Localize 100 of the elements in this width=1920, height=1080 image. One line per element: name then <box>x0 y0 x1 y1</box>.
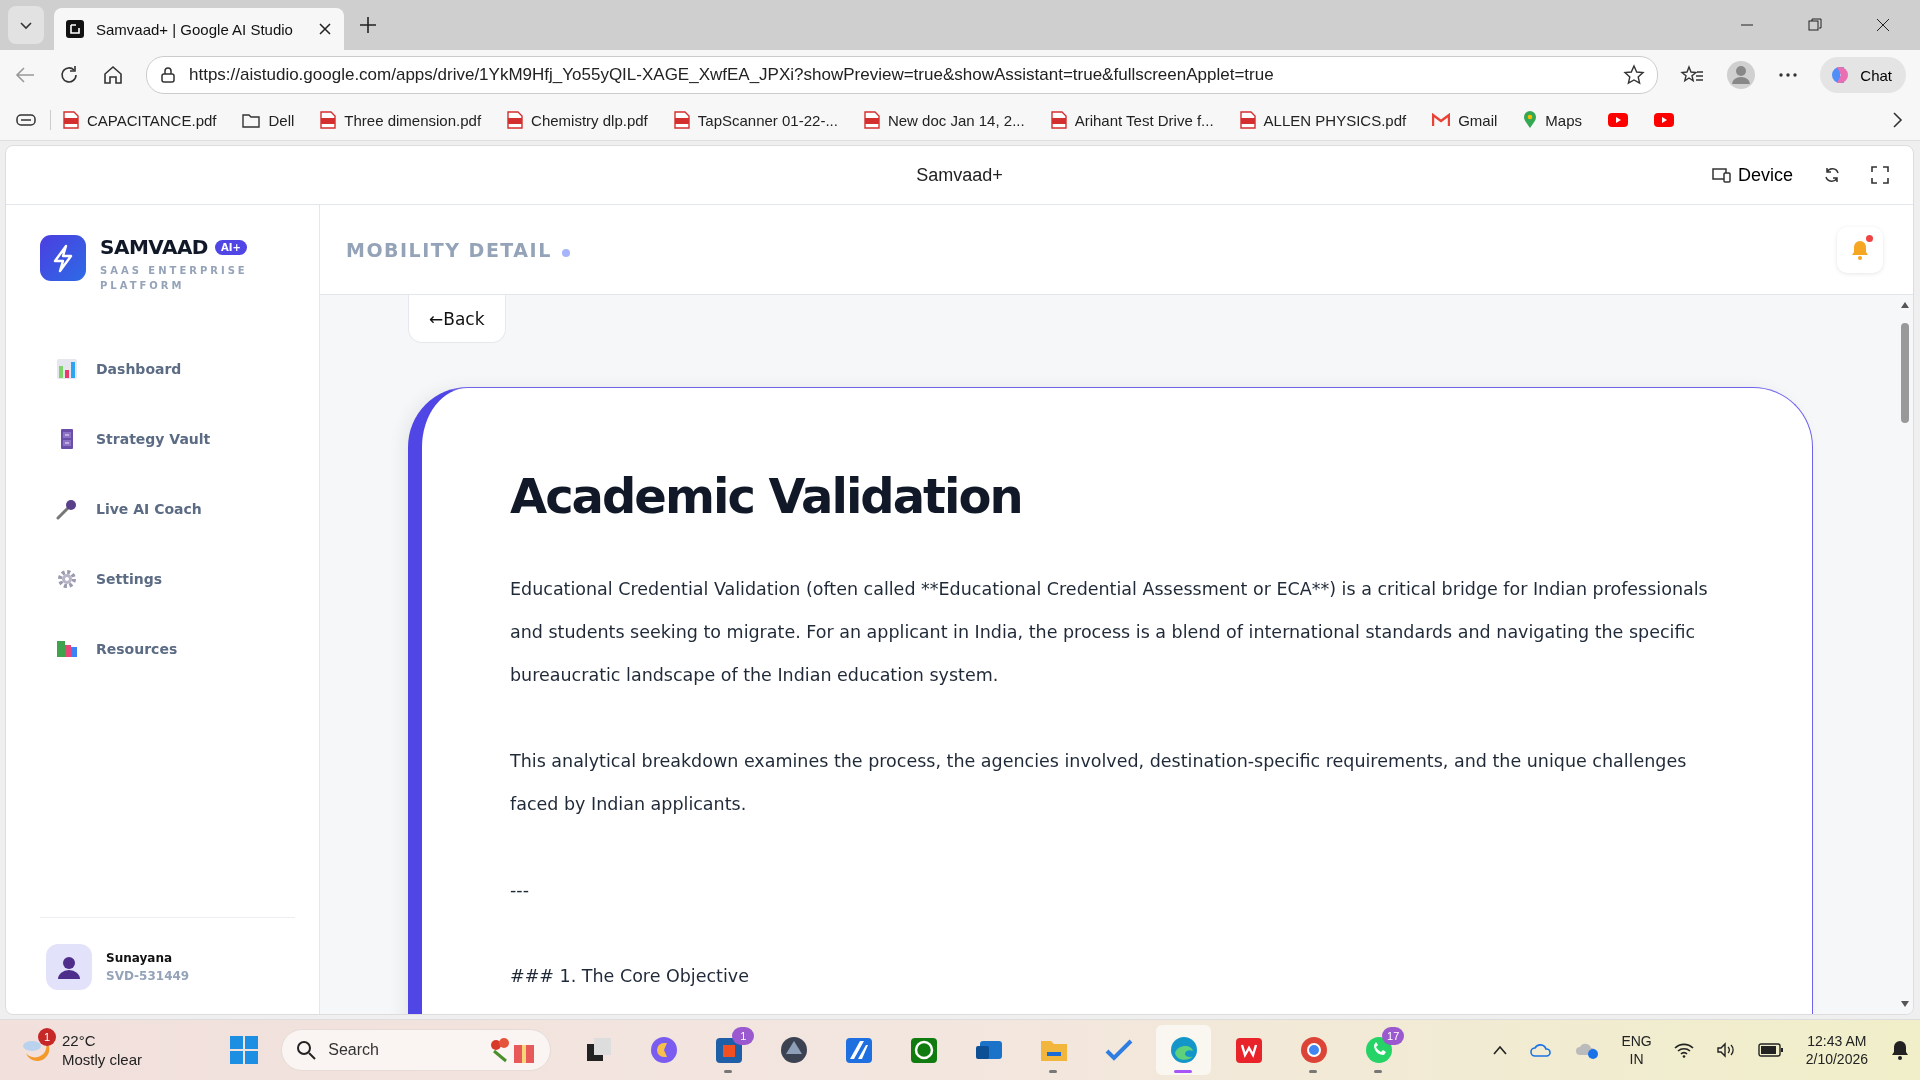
taskbar-app[interactable]: 1 <box>701 1025 757 1075</box>
chevron-right-icon[interactable] <box>1892 111 1904 129</box>
bookmark[interactable] <box>1654 113 1675 127</box>
ring-icon <box>1298 1035 1329 1065</box>
temperature: 22°C <box>62 1032 97 1049</box>
pdf-file-icon <box>673 111 690 129</box>
bell-icon <box>1850 238 1870 261</box>
scroll-thumb[interactable] <box>1901 323 1909 423</box>
paragraph: --- <box>510 879 530 902</box>
bell-icon[interactable] <box>1890 1039 1910 1061</box>
paragraph: This analytical breakdown examines the process, the agencies involved, destination-specific requirements, and the unique challenges faced by Indian applicants. <box>510 750 1688 816</box>
battery-icon[interactable] <box>1757 1043 1784 1057</box>
running-indicator <box>1174 1070 1193 1073</box>
books-icon <box>56 638 78 660</box>
notification-badge: 17 <box>1382 1027 1405 1045</box>
bookmark[interactable]: ALLEN PHYSICS.pdf <box>1239 111 1407 129</box>
gear-icon <box>56 568 78 590</box>
pdf-file-icon <box>1050 111 1067 129</box>
back-button[interactable]: ←Back <box>408 295 506 343</box>
app-title: Samvaad+ <box>916 164 1003 186</box>
refresh-icon[interactable] <box>1823 166 1841 184</box>
wifi-icon[interactable] <box>1673 1042 1694 1058</box>
plan-badge: AI+ <box>214 239 247 255</box>
pdf-file-icon <box>1239 111 1256 129</box>
status-dot <box>561 248 570 257</box>
collections-icon[interactable] <box>16 112 38 128</box>
page-title: MOBILITY DETAIL <box>346 238 552 261</box>
search-field[interactable]: Search <box>281 1029 552 1071</box>
running-indicator <box>1049 1070 1058 1073</box>
tile-icon <box>843 1035 874 1065</box>
device-button[interactable]: Device <box>1711 164 1793 186</box>
notification-badge: 1 <box>732 1027 755 1045</box>
bookmark[interactable]: CAPACITANCE.pdf <box>63 111 217 129</box>
bar-chart-icon <box>56 358 78 380</box>
close-icon[interactable] <box>1876 18 1890 32</box>
bookmark[interactable] <box>1608 113 1629 127</box>
devices-icon <box>1711 167 1732 183</box>
user-name: Sunayana <box>106 951 174 965</box>
bookmark[interactable]: TapScanner 01-22-... <box>673 111 838 129</box>
close-icon[interactable] <box>318 22 332 36</box>
running-indicator <box>724 1070 733 1073</box>
brand-name: SAMVAAD <box>100 235 208 259</box>
tab-title: Samvaad+ | Google AI Studio <box>96 20 294 38</box>
user-avatar-icon <box>46 944 92 990</box>
bookmark[interactable]: Arihant Test Drive f... <box>1050 111 1214 129</box>
scroll-down-icon[interactable] <box>1900 1000 1910 1008</box>
chevron-up-icon[interactable] <box>1493 1045 1508 1055</box>
home-icon[interactable] <box>102 64 124 86</box>
browser-tab[interactable]: Samvaad+ | Google AI Studio <box>54 8 344 50</box>
restore-icon[interactable] <box>1808 18 1822 32</box>
search-icon <box>296 1040 317 1060</box>
w-tile-icon <box>1233 1035 1264 1065</box>
nav-item[interactable]: Resources <box>40 627 295 671</box>
nav-item[interactable]: Settings <box>40 557 295 601</box>
map-pin-icon <box>1523 111 1538 129</box>
plus-icon[interactable] <box>358 15 378 35</box>
pdf-file-icon <box>320 111 337 129</box>
taskbar-app[interactable]: 17 <box>1351 1025 1407 1075</box>
language-indicator[interactable]: ENG IN <box>1621 1033 1652 1067</box>
star-icon[interactable] <box>1623 64 1646 86</box>
fullscreen-icon[interactable] <box>1871 166 1889 184</box>
chat-button[interactable]: Chat <box>1820 57 1906 93</box>
pdf-file-icon <box>63 111 79 129</box>
start-icon[interactable] <box>229 1035 260 1065</box>
play-icon <box>1608 113 1629 127</box>
reload-icon[interactable] <box>58 64 80 86</box>
bookmark[interactable]: Chemistry dlp.pdf <box>507 111 648 129</box>
app-favicon-icon <box>66 20 84 38</box>
weather-condition: Mostly clear <box>62 1051 143 1068</box>
folder-icon <box>242 112 261 128</box>
lock-icon <box>159 66 177 84</box>
paragraph: Educational Credential Validation (often called **Educational Credential Assessment or ECA**) is a critical bridge for Indian professionals and students seeking to migrate. For an applicant in India, the process is a blend of international standards and navigating the specific bureaucratic landscape of the Indian education system. <box>510 578 1709 687</box>
address-bar[interactable]: https://aistudio.google.com/apps/drive/1YkM9Hfj_Yo55yQIL-XAGE_XwfEA_JPXi?showPreview=true&showAssistant=true&fullscreenApplet=true <box>146 56 1659 94</box>
scroll-up-icon[interactable] <box>1900 301 1910 309</box>
profile-avatar-icon[interactable] <box>1726 60 1757 90</box>
bookmark[interactable]: Gmail <box>1432 111 1498 129</box>
pdf-file-icon <box>863 111 880 129</box>
microphone-icon <box>56 498 78 520</box>
bookmark[interactable]: Dell <box>242 111 295 129</box>
nav-item[interactable]: Strategy Vault <box>40 417 295 461</box>
pdf-file-icon <box>507 111 524 129</box>
swirl-icon <box>648 1035 679 1065</box>
article-title: Academic Validation <box>510 468 1023 524</box>
brand-subtitle: SAAS ENTERPRISE PLATFORM <box>100 264 249 293</box>
gem-icon <box>778 1035 809 1065</box>
speaker-icon[interactable] <box>1715 1042 1736 1058</box>
bookmark[interactable]: Maps <box>1523 111 1583 129</box>
bookmark[interactable]: Three dimension.pdf <box>320 111 482 129</box>
running-indicator <box>1374 1070 1383 1073</box>
clock[interactable]: 12:43 AM 2/10/2026 <box>1805 1033 1868 1067</box>
running-indicator <box>1309 1070 1318 1073</box>
more-icon[interactable] <box>1778 72 1799 78</box>
nav-item[interactable]: Live AI Coach <box>40 487 295 531</box>
bookmark[interactable]: New doc Jan 14, 2... <box>863 111 1025 129</box>
paragraph: ### 1. The Core Objective <box>510 965 750 988</box>
bolt-logo-icon <box>40 235 86 281</box>
user-id: SVD-531449 <box>106 969 190 983</box>
wave-icon <box>1168 1035 1199 1065</box>
play-icon <box>1654 113 1675 127</box>
nav-item[interactable]: Dashboard <box>40 347 295 391</box>
